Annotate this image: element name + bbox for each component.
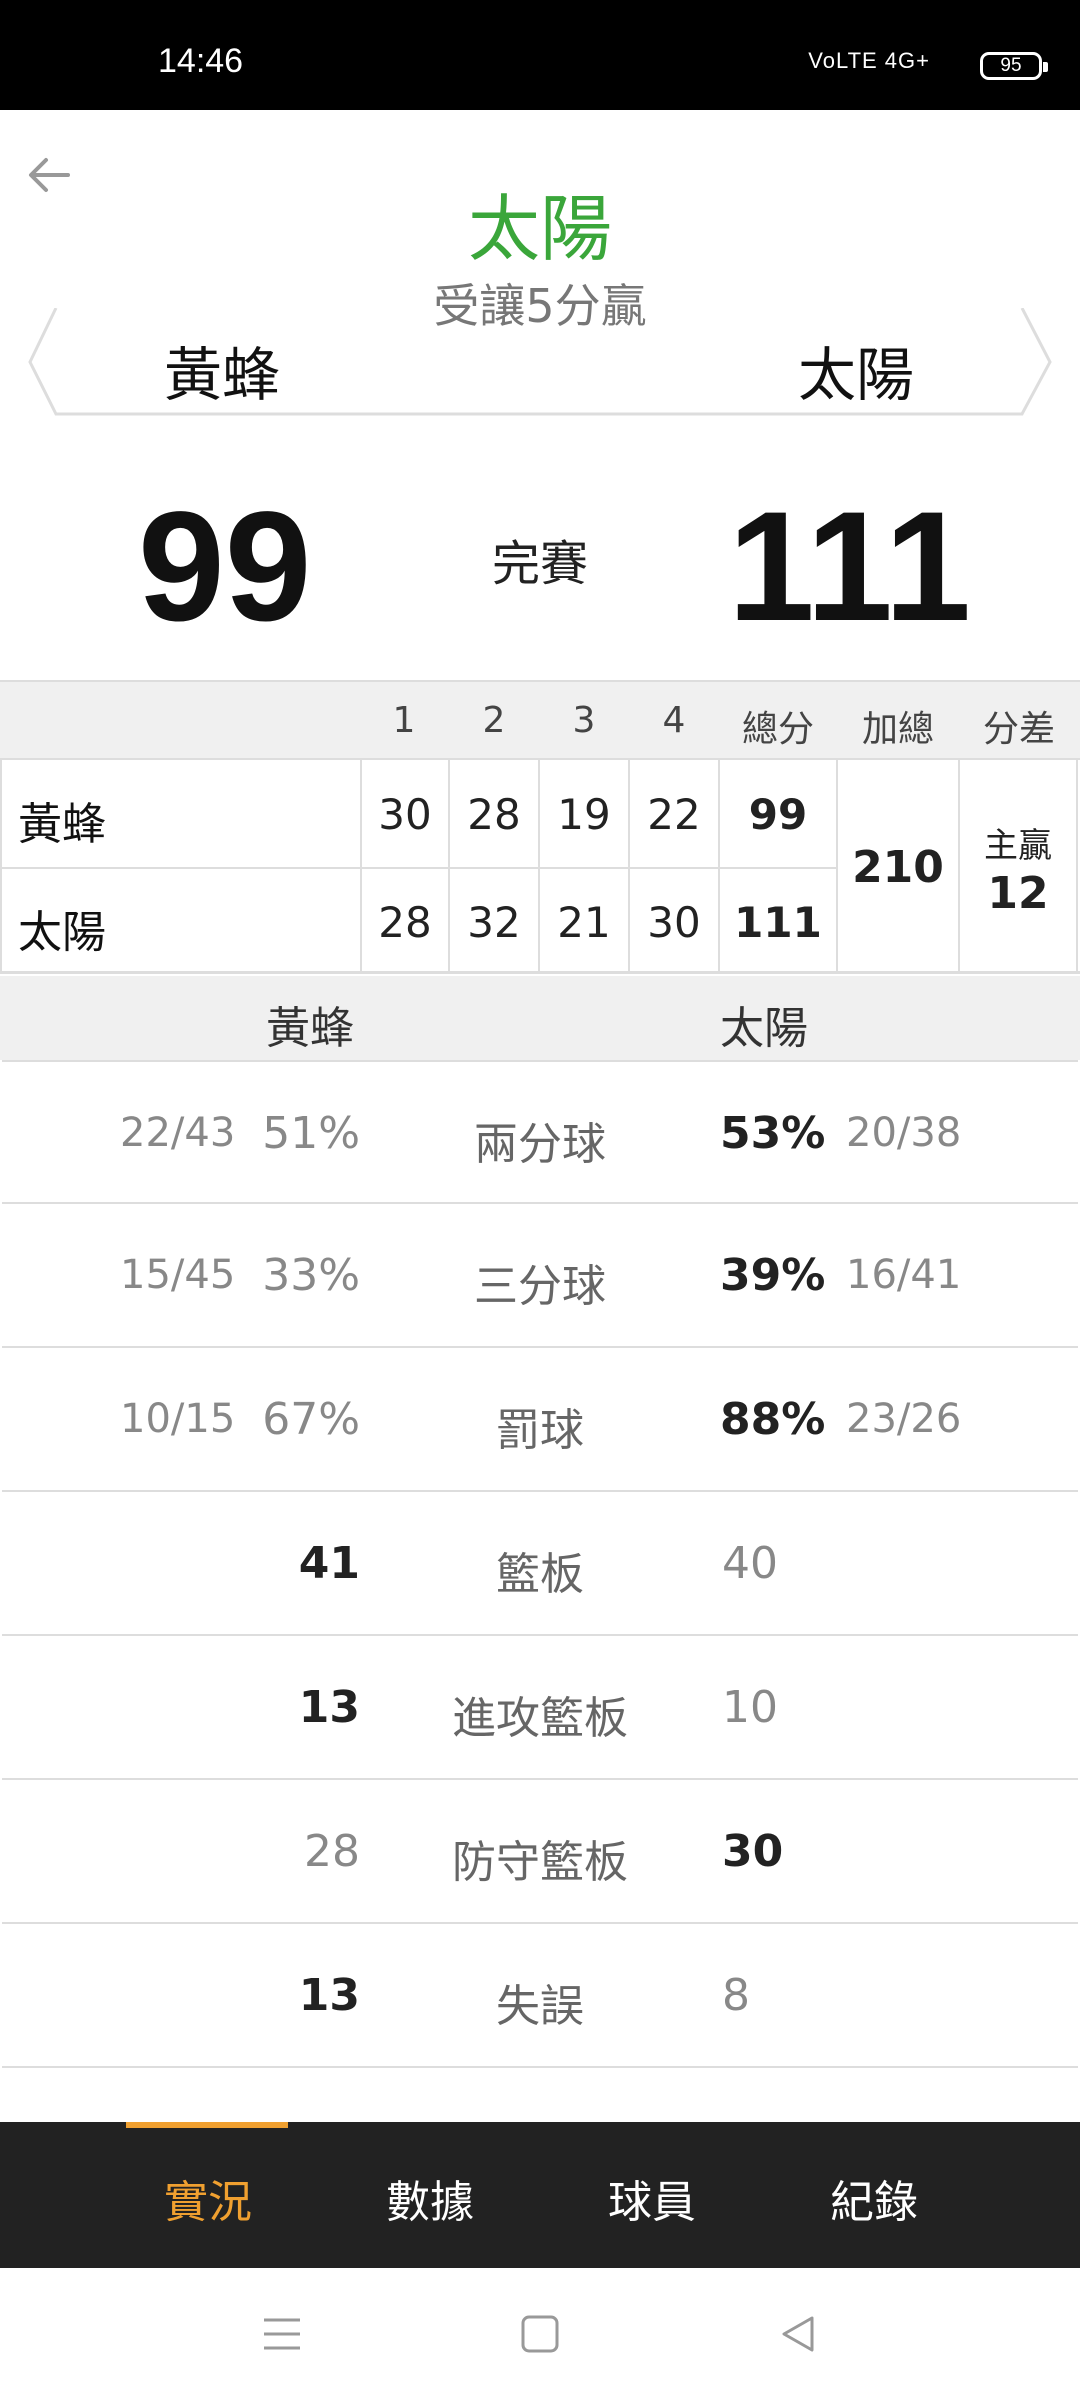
stats-away-team: 黃蜂 <box>266 1003 354 1054</box>
signal-icon: VoLTE 4G+ <box>808 48 930 73</box>
stat-label: 籃板 <box>496 1549 584 1600</box>
stats-home-team: 太陽 <box>720 1003 808 1054</box>
home-icon[interactable] <box>518 2312 562 2356</box>
quarter-table-body: 黃蜂 30 28 19 22 99 太陽 28 32 21 30 111 210… <box>0 758 1080 974</box>
stat-label: 失誤 <box>496 1981 584 2032</box>
tab-data[interactable]: 數據 <box>386 2166 474 2230</box>
table-cell-total: 111 <box>734 898 822 947</box>
away-team-name[interactable]: 黃蜂 <box>164 328 280 412</box>
home-team-name[interactable]: 太陽 <box>798 328 914 412</box>
header-q2: 2 <box>482 700 506 741</box>
tab-players[interactable]: 球員 <box>608 2166 696 2230</box>
stat-home-frac: 23/26 <box>846 1396 962 1442</box>
stat-home-value: 8 <box>722 1970 750 2021</box>
quarter-table-header: 1 2 3 4 總分 加總 分差 <box>0 680 1080 758</box>
winner-team: 太陽 <box>467 187 612 271</box>
table-cell: 28 <box>378 898 432 947</box>
diff-label: 主贏 <box>984 826 1052 866</box>
battery-icon: 95 <box>980 52 1048 80</box>
stat-row-2pt: 22/43 51% 兩分球 53% 20/38 <box>2 1060 1078 1204</box>
tab-live[interactable]: 實況 <box>164 2166 252 2230</box>
status-time: 14:46 <box>158 42 244 80</box>
stat-row-rebounds: 41 籃板 40 <box>2 1492 1078 1636</box>
back-icon[interactable] <box>776 2312 820 2356</box>
stat-home-value: 30 <box>722 1826 784 1877</box>
stat-home-pct: 39% <box>720 1250 826 1301</box>
table-cell: 30 <box>647 898 701 947</box>
stat-row-3pt: 15/45 33% 三分球 39% 16/41 <box>2 1204 1078 1348</box>
stat-row-turnovers: 13 失誤 8 <box>2 1924 1078 2068</box>
menu-icon[interactable] <box>260 2312 304 2356</box>
stat-row-ft: 10/15 67% 罰球 88% 23/26 <box>2 1348 1078 1492</box>
stat-row-def-rebounds: 28 防守籃板 30 <box>2 1780 1078 1924</box>
table-row-team: 黃蜂 <box>18 799 106 850</box>
stat-home-pct: 53% <box>720 1108 826 1159</box>
combined-total: 210 <box>852 842 944 893</box>
stat-home-frac: 16/41 <box>846 1252 962 1298</box>
table-cell-total: 99 <box>748 790 808 839</box>
stat-home-value: 40 <box>722 1538 778 1589</box>
status-bar: 14:46 VoLTE 4G+ 95 <box>0 0 1080 110</box>
active-tab-indicator <box>126 2122 288 2128</box>
stat-home-frac: 20/38 <box>846 1110 962 1156</box>
table-cell: 30 <box>378 790 432 839</box>
table-cell: 21 <box>557 898 611 947</box>
system-nav-bar <box>0 2268 1080 2400</box>
stat-label: 進攻籃板 <box>452 1693 628 1744</box>
stats-header: 黃蜂 太陽 <box>0 976 1080 1060</box>
diff-value: 12 <box>987 868 1049 919</box>
header-q4: 4 <box>662 700 686 741</box>
home-score: 111 <box>728 480 972 654</box>
header-diff: 分差 <box>982 709 1055 750</box>
header-total: 總分 <box>741 709 814 750</box>
tab-records[interactable]: 紀錄 <box>830 2166 918 2230</box>
stat-home-value: 10 <box>722 1682 778 1733</box>
table-cell: 28 <box>467 790 521 839</box>
header-q1: 1 <box>392 700 416 741</box>
header-combined: 加總 <box>861 709 934 750</box>
stat-row-off-rebounds: 13 進攻籃板 10 <box>2 1636 1078 1780</box>
table-row-team: 太陽 <box>18 907 106 958</box>
table-cell: 22 <box>647 790 701 839</box>
table-cell: 32 <box>467 898 521 947</box>
header-q3: 3 <box>572 700 596 741</box>
table-cell: 19 <box>557 790 611 839</box>
stat-label: 防守籃板 <box>452 1837 628 1888</box>
stat-home-pct: 88% <box>720 1394 826 1445</box>
bottom-tab-bar: 實況 數據 球員 紀錄 <box>0 2122 1080 2268</box>
